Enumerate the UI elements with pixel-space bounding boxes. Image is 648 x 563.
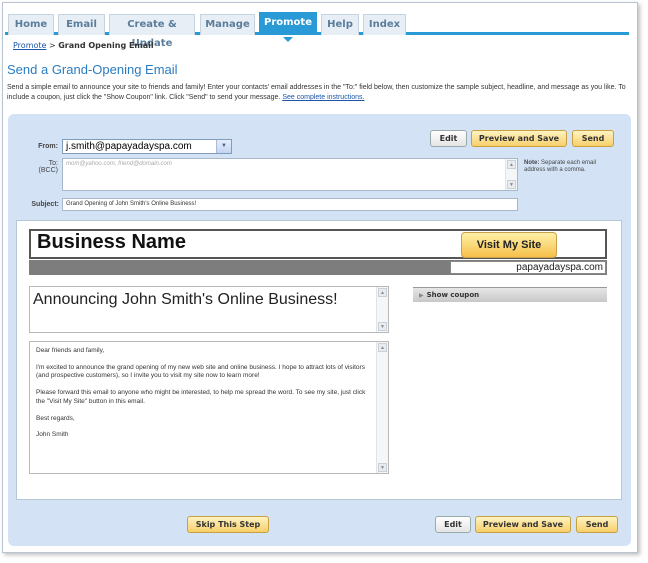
- active-tab-pointer: [283, 37, 293, 42]
- to-label-text: To:: [48, 160, 58, 167]
- to-field[interactable]: mom@yahoo.com, friend@domain.com ▲ ▼: [62, 158, 518, 191]
- tab-bar: Home Email Create & Update Manage Promot…: [5, 9, 629, 49]
- scroll-down-icon[interactable]: ▼: [378, 322, 387, 331]
- bcc-label-text: (BCC): [38, 167, 58, 174]
- tab-create-update[interactable]: Create & Update: [109, 14, 195, 49]
- message-paragraph: I'm excited to announce the grand openin…: [36, 363, 365, 380]
- to-note: Note: Separate each email address with a…: [524, 160, 606, 174]
- send-button-bottom[interactable]: Send: [576, 516, 618, 533]
- tab-help[interactable]: Help: [321, 14, 359, 35]
- preview-save-button-top[interactable]: Preview and Save: [471, 130, 567, 147]
- to-label: To: (BCC): [20, 160, 58, 174]
- tab-index[interactable]: Index: [363, 14, 406, 35]
- message-paragraph: Please forward this email to anyone who …: [36, 389, 366, 405]
- message-paragraph: Best regards,: [36, 414, 75, 422]
- from-label: From:: [38, 143, 58, 150]
- show-coupon-toggle[interactable]: ▶ Show coupon: [413, 287, 607, 302]
- chevron-down-icon[interactable]: ▼: [216, 140, 231, 153]
- show-coupon-label: Show coupon: [426, 291, 480, 299]
- tab-manage[interactable]: Manage: [200, 14, 255, 35]
- scroll-up-icon[interactable]: ▲: [378, 343, 387, 352]
- message-scrollbar[interactable]: ▲ ▼: [376, 342, 388, 473]
- breadcrumb-link-promote[interactable]: Promote: [13, 41, 46, 50]
- tab-promote-label: Promote: [264, 17, 312, 28]
- to-placeholder: mom@yahoo.com, friend@domain.com: [66, 161, 172, 167]
- send-button-top[interactable]: Send: [572, 130, 614, 147]
- intro-text: Send a simple email to announce your sit…: [7, 83, 637, 103]
- note-bold: Note:: [524, 160, 540, 166]
- expand-triangle-icon: ▶: [419, 292, 424, 299]
- visit-my-site-button[interactable]: Visit My Site: [461, 232, 557, 258]
- to-scrollbar[interactable]: ▲ ▼: [505, 159, 517, 190]
- scroll-up-icon[interactable]: ▲: [378, 288, 387, 297]
- preview-save-button-bottom[interactable]: Preview and Save: [475, 516, 571, 533]
- business-name: Business Name: [37, 231, 186, 253]
- domain-label: papayadayspa.com: [450, 261, 606, 274]
- message-paragraph: John Smith: [36, 431, 69, 439]
- breadcrumb: Promote > Grand Opening Email: [13, 41, 154, 50]
- breadcrumb-current: Grand Opening Email: [58, 41, 154, 50]
- instructions-link[interactable]: See complete instructions.: [282, 94, 364, 101]
- from-select[interactable]: j.smith@papayadayspa.com ▼: [62, 139, 232, 154]
- subject-input[interactable]: Grand Opening of John Smith's Online Bus…: [62, 198, 518, 211]
- edit-button-top[interactable]: Edit: [430, 130, 467, 147]
- breadcrumb-separator: >: [48, 41, 56, 50]
- message-editor[interactable]: Dear friends and family, I'm excited to …: [29, 341, 389, 474]
- scroll-down-icon[interactable]: ▼: [378, 463, 387, 472]
- subject-label: Subject:: [31, 201, 59, 208]
- headline-editor[interactable]: Announcing John Smith's Online Business!…: [29, 286, 389, 333]
- skip-step-button[interactable]: Skip This Step: [187, 516, 269, 533]
- scroll-up-icon[interactable]: ▲: [507, 160, 516, 169]
- headline-scrollbar[interactable]: ▲ ▼: [376, 287, 388, 332]
- tab-email[interactable]: Email: [58, 14, 105, 35]
- page-title: Send a Grand-Opening Email: [7, 62, 178, 77]
- message-paragraph: Dear friends and family,: [36, 347, 105, 354]
- tab-promote[interactable]: Promote: [259, 12, 317, 42]
- from-value: j.smith@papayadayspa.com: [66, 141, 192, 152]
- edit-button-bottom[interactable]: Edit: [435, 516, 471, 533]
- tab-home[interactable]: Home: [8, 14, 54, 35]
- headline-text: Announcing John Smith's Online Business!: [33, 291, 338, 308]
- scroll-down-icon[interactable]: ▼: [507, 180, 516, 189]
